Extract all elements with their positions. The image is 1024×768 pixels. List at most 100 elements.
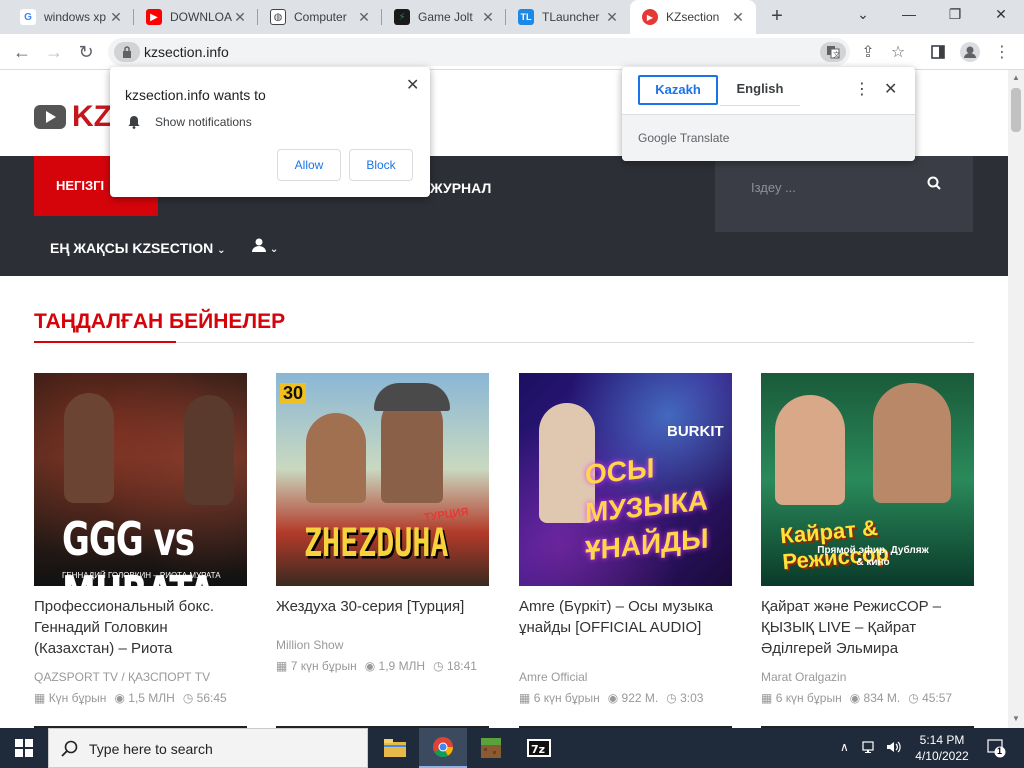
search-icon[interactable] (927, 176, 941, 195)
scroll-down-icon[interactable]: ▼ (1011, 714, 1021, 724)
permission-item-label: Show notifications (155, 115, 252, 129)
side-panel-icon[interactable] (926, 40, 950, 64)
video-meta: ▦ 6 күн бұрын ◉ 922 М. ◷ 3:03 (519, 691, 732, 705)
close-tab-icon[interactable]: ✕ (604, 9, 620, 25)
logo-text: KZ (72, 100, 112, 133)
taskbar-search[interactable]: Type here to search (48, 728, 368, 768)
tab-game-jolt[interactable]: ⚡ Game Jolt ✕ (382, 0, 506, 34)
google-icon: G (20, 9, 36, 25)
video-card[interactable]: Кайрат & Режиссор Прямой эфир, Дубляж & … (761, 373, 974, 705)
svg-text:文: 文 (833, 50, 840, 59)
block-button[interactable]: Block (349, 149, 413, 181)
translate-popup: Kazakh English ⋮ ✕ Google Translate (622, 67, 915, 161)
close-tab-icon[interactable]: ✕ (108, 9, 124, 25)
video-thumbnail[interactable]: GGG vs MURATA ГЕННАДИЙ ГОЛОВКИН – РИОТА … (34, 373, 247, 586)
user-icon (252, 238, 266, 252)
video-author[interactable]: QAZSPORT TV / ҚАЗСПОРТ TV (34, 670, 247, 684)
allow-button[interactable]: Allow (277, 149, 341, 181)
nav-best-label: ЕҢ ЖАҚСЫ KZSECTION (50, 240, 214, 256)
nav-journal[interactable]: ЖУРНАЛ (430, 180, 491, 196)
translate-tab-english[interactable]: English (720, 75, 800, 105)
close-icon[interactable]: ✕ (884, 79, 897, 99)
tab-title: TLauncher (542, 10, 600, 24)
scroll-thumb[interactable] (1011, 88, 1021, 132)
calendar-icon: ▦ (34, 691, 46, 705)
close-window-button[interactable]: ✕ (978, 0, 1024, 30)
clock-time: 5:14 PM (919, 733, 965, 747)
new-tab-button[interactable]: + (765, 5, 789, 29)
chrome-icon[interactable] (419, 728, 467, 768)
video-duration: 56:45 (196, 691, 227, 705)
tab-tlauncher[interactable]: TL TLauncher ✕ (506, 0, 630, 34)
scroll-up-icon[interactable]: ▲ (1011, 73, 1021, 83)
file-explorer-icon[interactable] (371, 728, 419, 768)
share-icon[interactable]: ⇪ (856, 40, 880, 64)
tab-kzsection[interactable]: ▶ KZsection ✕ (630, 0, 756, 34)
system-clock[interactable]: 5:14 PM 4/10/2022 (907, 732, 977, 764)
tab-computer[interactable]: ◍ Computer ✕ (258, 0, 382, 34)
menu-kebab-icon[interactable]: ⋮ (990, 40, 1014, 64)
video-card[interactable]: 30 ZHEZDUHA ТУРЦИЯ Жездуха 30-серия [Тур… (276, 373, 489, 673)
video-title[interactable]: Профессиональный бокс. Геннадий Головкин… (34, 596, 247, 662)
maximize-button[interactable]: ❐ (932, 0, 978, 30)
profile-avatar-icon[interactable] (958, 40, 982, 64)
back-icon[interactable]: ← (10, 40, 34, 64)
close-icon[interactable]: ✕ (406, 75, 419, 95)
7zip-icon[interactable]: 7z (515, 728, 563, 768)
video-duration: 3:03 (680, 691, 704, 705)
address-bar[interactable]: kzsection.info 文 (108, 38, 850, 66)
close-tab-icon[interactable]: ✕ (232, 9, 248, 25)
nav-best-kzsection[interactable]: ЕҢ ЖАҚСЫ KZSECTION ⌄ (50, 240, 226, 256)
translate-icon[interactable]: 文 (820, 42, 846, 62)
start-button[interactable] (0, 728, 48, 768)
video-meta: ▦ Күн бұрын ◉ 1,5 МЛН ◷ 56:45 (34, 691, 247, 705)
video-card[interactable]: GGG vs MURATA ГЕННАДИЙ ГОЛОВКИН – РИОТА … (34, 373, 247, 705)
windows-logo-icon (15, 739, 33, 757)
kzsection-icon: ▶ (642, 9, 658, 25)
svg-text:7z: 7z (531, 743, 545, 756)
youtube-icon: ▶ (146, 9, 162, 25)
page-scrollbar[interactable]: ▲ ▼ (1008, 70, 1024, 728)
video-title[interactable]: Қайрат және РежисСОР – ҚЫЗЫҚ LIVE – Қайр… (761, 596, 974, 662)
video-thumbnail[interactable]: 30 ZHEZDUHA ТУРЦИЯ (276, 373, 489, 586)
video-author[interactable]: Amre Official (519, 670, 732, 684)
video-title[interactable]: Жездуха 30-серия [Турция] (276, 596, 489, 662)
reload-icon[interactable]: ↻ (74, 40, 98, 64)
clock-icon: ◷ (666, 691, 677, 705)
lock-icon[interactable] (114, 42, 140, 62)
video-views: 922 М. (621, 691, 659, 705)
minecraft-icon[interactable] (467, 728, 515, 768)
bookmark-star-icon[interactable]: ☆ (886, 40, 910, 64)
search-placeholder: Іздеу ... (751, 180, 796, 195)
network-icon[interactable] (862, 740, 878, 757)
show-hidden-icons-icon[interactable]: ∧ (840, 740, 849, 754)
more-options-icon[interactable]: ⋮ (854, 79, 870, 99)
thumbnail-subcaption: ГЕННАДИЙ ГОЛОВКИН – РИОТА МУРАТА (62, 571, 221, 580)
close-tab-icon[interactable]: ✕ (356, 9, 372, 25)
tab-windows-xp[interactable]: G windows xp ✕ (8, 0, 134, 34)
tab-search-icon[interactable]: ⌄ (840, 0, 886, 30)
site-search[interactable]: Іздеу ... (715, 156, 973, 232)
close-tab-icon[interactable]: ✕ (730, 9, 746, 25)
volume-icon[interactable] (886, 740, 902, 757)
tab-download[interactable]: ▶ DOWNLOAD ✕ (134, 0, 258, 34)
tab-title: KZsection (666, 10, 720, 24)
clock-date: 4/10/2022 (915, 749, 969, 763)
tab-title: windows xp (44, 10, 106, 24)
minimize-button[interactable]: — (886, 0, 932, 30)
nav-user-menu[interactable]: ⌄ (252, 238, 278, 255)
translate-footer: Google Translate (622, 114, 915, 161)
video-thumbnail[interactable]: BURKIT ОСЫ МУЗЫКА ҰНАЙДЫ (519, 373, 732, 586)
close-tab-icon[interactable]: ✕ (480, 9, 496, 25)
notification-center-icon[interactable]: 1 (986, 738, 1006, 761)
video-thumbnail[interactable]: Кайрат & Режиссор Прямой эфир, Дубляж & … (761, 373, 974, 586)
video-card[interactable]: BURKIT ОСЫ МУЗЫКА ҰНАЙДЫ Amre (Бүркіт) –… (519, 373, 732, 705)
video-author[interactable]: Million Show (276, 638, 489, 652)
forward-icon[interactable]: → (42, 40, 66, 64)
site-logo[interactable]: KZ (34, 100, 112, 134)
video-title[interactable]: Amre (Бүркіт) – Осы музыка ұнайды [OFFIC… (519, 596, 732, 662)
video-author[interactable]: Marat Oralgazin (761, 670, 974, 684)
translate-tab-kazakh[interactable]: Kazakh (638, 75, 718, 105)
clock-icon: ◷ (908, 691, 919, 705)
thumbnail-caption: ОСЫ МУЗЫКА ҰНАЙДЫ (585, 452, 709, 567)
